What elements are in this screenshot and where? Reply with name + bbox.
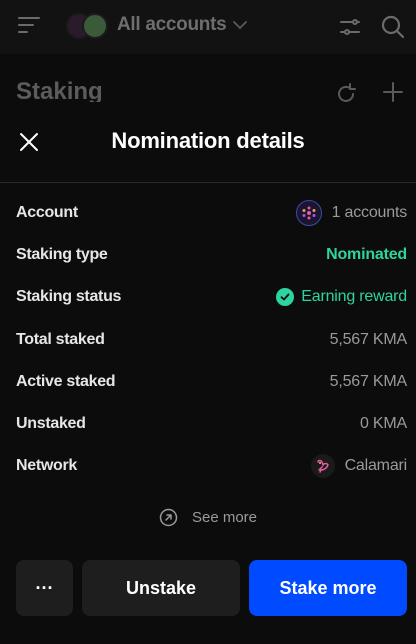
row-label: Staking status bbox=[16, 288, 122, 306]
menu-icon[interactable] bbox=[18, 17, 40, 35]
check-circle-icon bbox=[276, 288, 295, 307]
sheet-header: Nomination details bbox=[0, 102, 416, 182]
detail-row-account: Account 1 accounts bbox=[0, 192, 416, 234]
see-more-label: See more bbox=[191, 509, 258, 526]
staking-type-value: Nominated bbox=[326, 246, 407, 264]
nomination-details-sheet: Nomination details Account 1 accounts St… bbox=[0, 102, 416, 644]
stake-more-button[interactable]: Stake more bbox=[249, 560, 407, 616]
detail-row-staking-status: Staking status Earning reward bbox=[0, 276, 416, 318]
account-avatars[interactable] bbox=[66, 13, 110, 41]
account-count: 1 accounts bbox=[331, 204, 408, 222]
detail-row-total-staked: Total staked 5,567 KMA bbox=[0, 319, 416, 361]
chevron-down-icon[interactable] bbox=[232, 17, 248, 33]
account-avatar-icon bbox=[295, 200, 322, 227]
network-name: Calamari bbox=[344, 457, 408, 475]
row-label: Account bbox=[16, 204, 78, 222]
app-header: All accounts bbox=[0, 0, 416, 54]
see-more-link[interactable]: See more bbox=[0, 508, 416, 527]
account-selector-label[interactable]: All accounts bbox=[117, 14, 227, 36]
account-avatar bbox=[82, 13, 108, 39]
sheet-title: Nomination details bbox=[111, 128, 305, 153]
row-value: 1 accounts bbox=[295, 200, 408, 227]
row-label: Active staked bbox=[16, 372, 116, 390]
row-label: Total staked bbox=[16, 330, 105, 348]
divider bbox=[0, 182, 416, 183]
search-icon[interactable] bbox=[380, 14, 406, 40]
detail-row-unstaked: Unstaked 0 KMA bbox=[0, 403, 416, 445]
total-staked-value: 5,567 KMA bbox=[329, 330, 408, 348]
detail-row-active-staked: Active staked 5,567 KMA bbox=[0, 361, 416, 403]
staking-status-value: Earning reward bbox=[276, 288, 407, 307]
calamari-icon bbox=[310, 454, 335, 479]
detail-row-network: Network Calamari bbox=[0, 445, 416, 487]
more-options-button[interactable]: ··· bbox=[16, 560, 73, 616]
row-label: Staking type bbox=[16, 246, 108, 264]
plus-icon[interactable] bbox=[381, 80, 405, 104]
active-staked-value: 5,567 KMA bbox=[329, 372, 408, 390]
unstaked-value: 0 KMA bbox=[359, 415, 407, 433]
status-text: Earning reward bbox=[301, 288, 407, 306]
details-list: Account 1 accounts Staking type Nominate… bbox=[0, 192, 416, 487]
row-label: Unstaked bbox=[16, 415, 86, 433]
network-value: Calamari bbox=[310, 454, 408, 479]
more-icon: ··· bbox=[35, 577, 54, 598]
arrow-up-right-circle-icon bbox=[159, 508, 178, 527]
detail-row-staking-type: Staking type Nominated bbox=[0, 234, 416, 276]
unstake-button[interactable]: Unstake bbox=[82, 560, 240, 616]
row-label: Network bbox=[16, 457, 78, 475]
sliders-icon[interactable] bbox=[338, 15, 362, 39]
